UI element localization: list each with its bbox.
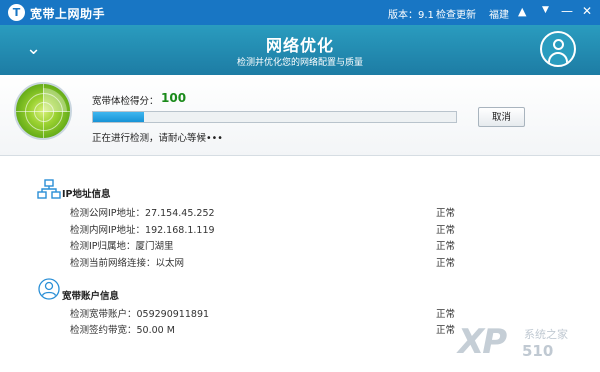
user-avatar-icon[interactable]: [540, 31, 576, 67]
account-row-id: 检测宽带账户：059290911891: [70, 309, 210, 320]
score-value: 100: [161, 91, 187, 105]
radar-scan-icon: [14, 82, 72, 140]
radar-sweep: [43, 88, 67, 112]
ip-section-title: IP地址信息: [62, 189, 111, 200]
ip-row-private-status: 正常: [436, 225, 456, 236]
page-title: 网络优化: [265, 36, 334, 55]
watermark-xp: XP: [458, 322, 507, 362]
ip-row-public-status: 正常: [436, 208, 456, 219]
account-section-title: 宽带账户信息: [62, 291, 120, 302]
user-account-icon: [38, 278, 60, 300]
page-subtitle: 检测并优化您的网络配置与质量: [236, 58, 363, 68]
scan-progress-bar: [92, 111, 457, 123]
ip-row-location-status: 正常: [436, 241, 456, 252]
region-selector[interactable]: 福建: [489, 6, 509, 21]
account-row-id-status: 正常: [436, 309, 456, 320]
watermark-num: 510: [522, 342, 554, 360]
title-bar: T 宽带上网助手 版本：9.1 检查更新 福建 ▲ ▼ — ✕: [0, 0, 600, 25]
check-update-link[interactable]: 检查更新: [436, 6, 476, 21]
app-title: 宽带上网助手: [30, 7, 106, 21]
close-button[interactable]: ✕: [582, 4, 592, 18]
account-row-bandwidth-status: 正常: [436, 325, 456, 336]
menu-dropdown-icon[interactable]: ▼: [542, 5, 549, 15]
score-label: 宽带体检得分：: [92, 96, 159, 107]
header-banner: ⌄ 网络优化 检测并优化您的网络配置与质量: [0, 25, 600, 75]
site-watermark: XP 系统之家 510: [458, 322, 598, 370]
app-logo-icon: T: [8, 4, 25, 21]
scan-panel: 宽带体检得分： 100 正在进行检测，请耐心等候••• 取消: [0, 75, 600, 156]
avatar-body: [548, 52, 568, 65]
skin-icon[interactable]: ▲: [518, 5, 526, 18]
version-label: 版本：9.1: [388, 10, 434, 21]
ip-row-public: 检测公网IP地址：27.154.45.252: [70, 208, 215, 219]
ip-row-private: 检测内网IP地址：192.168.1.119: [70, 225, 215, 236]
ip-row-connection: 检测当前网络连接：以太网: [70, 258, 185, 269]
account-row-bandwidth: 检测签约带宽：50.00 M: [70, 325, 175, 336]
cancel-button[interactable]: 取消: [478, 107, 525, 127]
ip-row-connection-status: 正常: [436, 258, 456, 269]
network-topology-icon: [37, 179, 61, 199]
avatar-head: [553, 39, 564, 50]
ip-row-location: 检测IP归属地：厦门湖里: [70, 241, 174, 252]
scan-status-text: 正在进行检测，请耐心等候•••: [92, 133, 223, 144]
watermark-cn: 系统之家: [524, 328, 568, 341]
minimize-button[interactable]: —: [561, 4, 573, 18]
scan-progress-fill: [93, 112, 144, 122]
